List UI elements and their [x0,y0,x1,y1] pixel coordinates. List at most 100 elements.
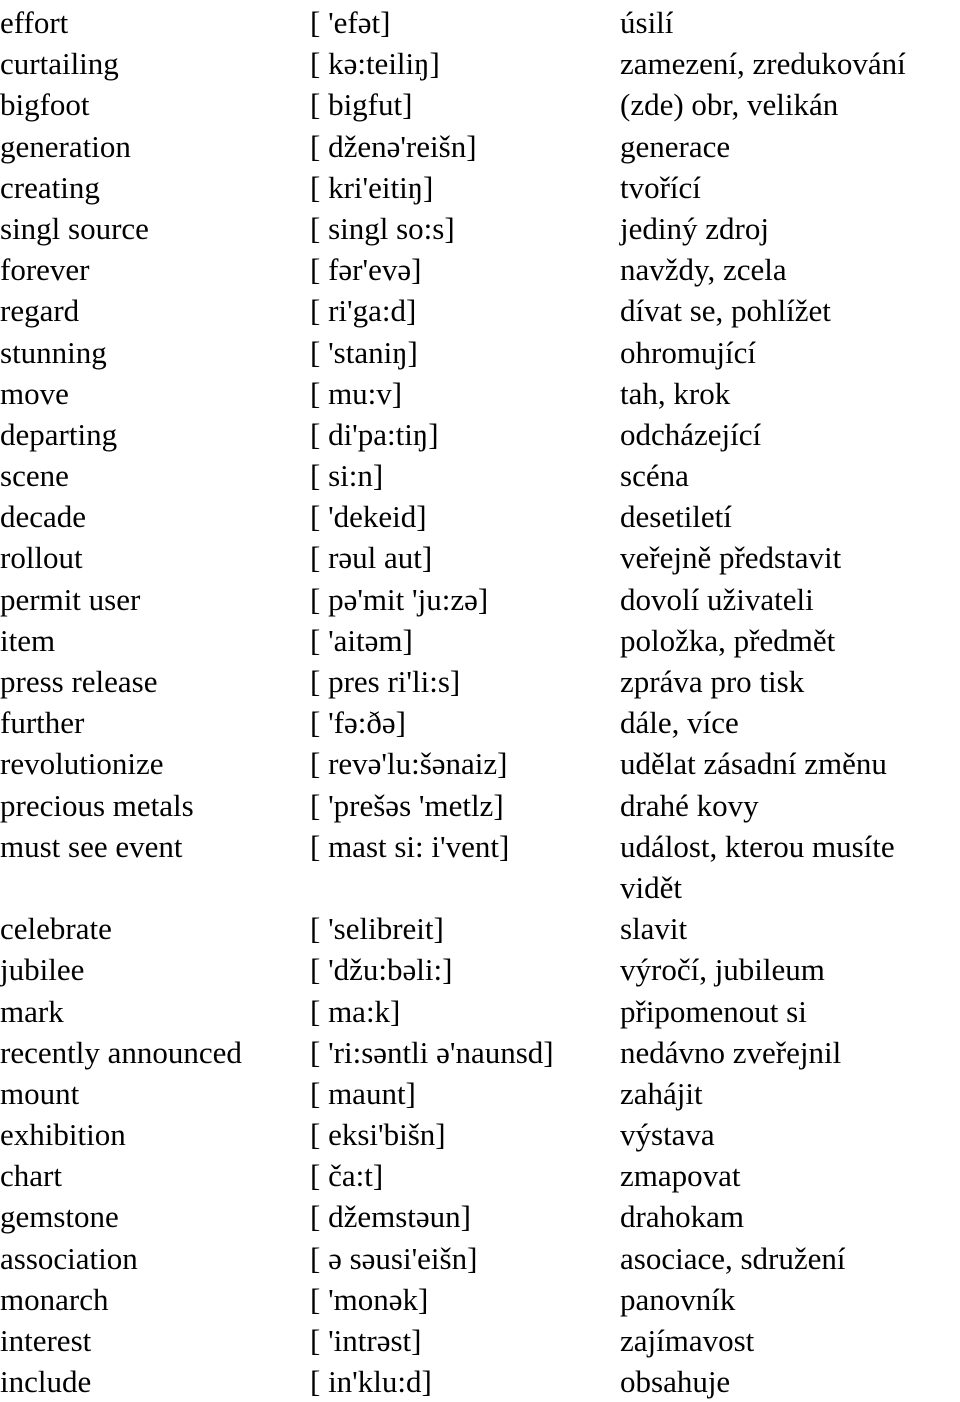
english-term: creating [0,169,100,205]
czech-translation: zajímavost [620,1323,755,1359]
english-term: scene [0,458,69,494]
phonetic-transcription: [ pres ri'li:s] [310,664,461,699]
phonetic-transcription: [ 'staniŋ] [310,334,418,370]
phonetic-transcription: [ si:n] [310,458,384,494]
vocabulary-list: effort [ 'efət] úsilí curtailing [ kə:teiliŋ… [0,0,960,1402]
english-term: jubilee [0,952,85,988]
phonetic-transcription: [ 'aitəm] [310,622,413,658]
english-term: singl source [0,210,149,246]
czech-translation: zahájit [620,1075,703,1111]
vocabulary-row: bigfoot [ bigfut] (zde) obr, velikán [0,84,960,125]
phonetic-transcription: [ rəul aut] [310,540,433,576]
english-term: further [0,705,85,741]
vocabulary-row: decade [ 'dekeid] desetiletí [0,496,960,537]
phonetic-transcription: [ kə:teiliŋ] [310,46,440,82]
phonetic-transcription: [ ča:t] [310,1158,384,1194]
vocabulary-row: press release [ pres ri'li:s] zpráva pro t… [0,661,960,702]
czech-translation: událost, kterou musíte vidět [620,828,895,905]
vocabulary-row: singl source [ singl so:s] jediný zdroj [0,208,960,249]
english-term: item [0,622,56,658]
phonetic-transcription: [ 'fə:ðə] [310,705,406,741]
czech-translation: ohromující [620,334,757,370]
english-term: recently announced [0,1034,242,1070]
czech-translation: scéna [620,458,689,494]
vocabulary-row: scene [ si:n] scéna [0,455,960,496]
vocabulary-row: celebrate [ 'selibreit] slavit [0,908,960,949]
czech-translation: úsilí [620,5,674,40]
english-term: forever [0,252,90,288]
vocabulary-row: monarch [ 'monək] panovník [0,1279,960,1320]
vocabulary-row: creating [ kri'eitiŋ] tvořící [0,167,960,208]
czech-translation: dále, více [620,705,739,741]
vocabulary-row: gemstone [ džemstəun] drahokam [0,1196,960,1237]
czech-translation: položka, předmět [620,622,836,658]
phonetic-transcription: [ ma:k] [310,993,401,1029]
czech-translation: výstava [620,1117,715,1153]
phonetic-transcription: [ eksi'bišn] [310,1117,446,1153]
czech-translation: nedávno zveřejnil [620,1034,842,1070]
english-term: regard [0,293,80,329]
czech-translation: drahé kovy [620,787,759,823]
vocabulary-row: association [ ə səusi'eišn] asociace, sdru… [0,1238,960,1279]
vocabulary-row: jubilee [ 'džu:bəli:] výročí, jubileum [0,949,960,990]
czech-translation: zmapovat [620,1158,741,1194]
phonetic-transcription: [ maunt] [310,1075,416,1111]
czech-translation: (zde) obr, velikán [620,87,839,123]
vocabulary-row: curtailing [ kə:teiliŋ] zamezení, zredukov… [0,43,960,84]
vocabulary-row: exhibition [ eksi'bišn] výstava [0,1114,960,1155]
vocabulary-row: forever [ fər'evə] navždy, zcela [0,249,960,290]
vocabulary-row: chart [ ča:t] zmapovat [0,1155,960,1196]
english-term: celebrate [0,911,112,947]
phonetic-transcription: [ 'selibreit] [310,911,444,947]
english-term: chart [0,1158,62,1194]
phonetic-transcription: [ 'ri:səntli ə'naunsd] [310,1034,554,1070]
vocabulary-row: permit user [ pə'mit 'ju:zə] dovolí uživat… [0,579,960,620]
english-term: effort [0,5,69,40]
czech-translation: navždy, zcela [620,252,787,288]
czech-translation: veřejně představit [620,540,842,576]
english-term: interest [0,1323,92,1359]
vocabulary-row: interest [ 'intrəst] zajímavost [0,1320,960,1361]
english-term: must see event [0,828,183,864]
czech-translation: dívat se, pohlížet [620,293,831,329]
vocabulary-row: revolutionize [ revə'lu:šənaiz] udělat zás… [0,743,960,784]
english-term: departing [0,416,118,452]
vocabulary-row: mark [ ma:k] připomenout si [0,991,960,1032]
vocabulary-row: must see event [ mast si: i'vent] událost,… [0,826,960,908]
czech-translation: tvořící [620,169,701,205]
czech-translation: panovník [620,1281,736,1317]
english-term: mark [0,993,64,1029]
phonetic-transcription: [ fər'evə] [310,252,422,288]
phonetic-transcription: [ singl so:s] [310,210,455,246]
czech-translation: slavit [620,911,688,947]
phonetic-transcription: [ kri'eitiŋ] [310,169,434,205]
english-term: decade [0,499,87,535]
phonetic-transcription: [ ri'ga:d] [310,293,417,329]
phonetic-transcription: [ ə səusi'eišn] [310,1240,478,1276]
vocabulary-row: generation [ dženə'reišn] generace [0,126,960,167]
czech-translation: tah, krok [620,375,731,411]
english-term: precious metals [0,787,194,823]
english-term: monarch [0,1281,109,1317]
phonetic-transcription: [ 'efət] [310,5,391,40]
phonetic-transcription: [ 'prešəs 'metlz] [310,787,504,823]
czech-translation: dovolí uživateli [620,581,814,617]
english-term: revolutionize [0,746,164,782]
vocabulary-row: recently announced [ 'ri:səntli ə'naunsd]… [0,1032,960,1073]
czech-translation: zamezení, zredukování [620,46,906,82]
english-term: bigfoot [0,87,90,123]
vocabulary-row: effort [ 'efət] úsilí [0,2,960,43]
czech-translation: desetiletí [620,499,732,535]
phonetic-transcription: [ bigfut] [310,87,413,123]
vocabulary-row: stunning [ 'staniŋ] ohromující [0,332,960,373]
czech-translation: asociace, sdružení [620,1240,846,1276]
english-term: rollout [0,540,83,576]
english-term: permit user [0,581,141,617]
phonetic-transcription: [ 'monək] [310,1281,429,1317]
english-term: mount [0,1075,80,1111]
phonetic-transcription: [ 'intrəst] [310,1323,422,1359]
english-term: press release [0,664,158,699]
czech-translation: jediný zdroj [620,210,769,246]
phonetic-transcription: [ revə'lu:šənaiz] [310,746,508,782]
english-term: generation [0,128,131,164]
